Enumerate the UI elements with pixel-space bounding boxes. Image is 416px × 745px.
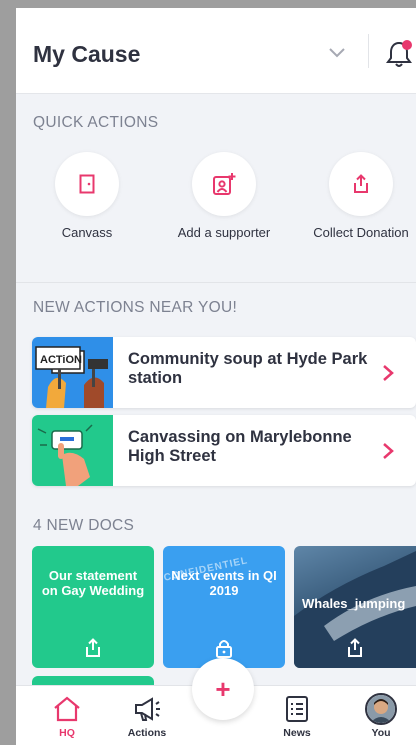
doc-card-whales[interactable]: Whales_jumping: [294, 546, 416, 668]
avatar: [365, 693, 397, 725]
header-divider: [368, 34, 369, 68]
new-actions-label: NEW ACTIONS NEAR YOU!: [33, 299, 238, 316]
header: My Cause: [16, 8, 416, 94]
doc-title: Our statement on Gay Wedding: [41, 568, 145, 598]
add-supporter-icon: [213, 173, 236, 195]
add-fab-button[interactable]: +: [192, 658, 254, 720]
action-title: Community soup at Hyde Park station: [128, 350, 368, 387]
tab-label: You: [371, 727, 391, 739]
chevron-right-icon: [383, 365, 394, 381]
doc-card-events[interactable]: CONFIDENTIEL Next events in QI 2019: [163, 546, 285, 668]
canvass-label: Canvass: [61, 225, 113, 240]
add-supporter-label: Add a supporter: [177, 225, 271, 240]
action-card-canvassing[interactable]: Canvassing on Marylebonne High Street: [32, 415, 416, 486]
megaphone-icon: [135, 697, 160, 721]
tab-actions[interactable]: Actions: [112, 686, 182, 745]
docs-label: 4 NEW DOCS: [33, 517, 135, 534]
quick-actions-label: QUICK ACTIONS: [33, 114, 159, 131]
home-icon: [54, 696, 80, 722]
collect-donation-label: Collect Donation: [313, 225, 409, 240]
action-thumb-doorbell: [32, 415, 113, 486]
tab-label: HQ: [59, 727, 75, 739]
doc-title: Whales_jumping: [302, 596, 406, 611]
section-divider: [16, 282, 416, 283]
chevron-right-icon: [383, 443, 394, 459]
share-icon: [354, 174, 368, 193]
chevron-down-icon[interactable]: [329, 48, 345, 58]
canvass-button[interactable]: [55, 152, 119, 216]
notification-dot: [402, 40, 412, 50]
tab-label: News: [283, 727, 311, 739]
doc-title: Next events in QI 2019: [171, 568, 277, 598]
doc-card-statement[interactable]: Our statement on Gay Wedding: [32, 546, 154, 668]
tab-news[interactable]: News: [262, 686, 332, 745]
door-icon: [79, 174, 95, 194]
collect-donation-button[interactable]: [329, 152, 393, 216]
action-thumb-protest: ACTiON: [32, 337, 113, 408]
plus-icon: +: [215, 674, 231, 704]
add-supporter-button[interactable]: [192, 152, 256, 216]
tab-label: Actions: [127, 727, 167, 739]
action-title: Canvassing on Marylebonne High Street: [128, 428, 352, 465]
share-icon[interactable]: [84, 638, 102, 658]
app-frame: My Cause QUICK ACTIONS Canvass Add a sup…: [16, 8, 416, 745]
page-title: My Cause: [33, 41, 141, 67]
share-icon[interactable]: [346, 638, 364, 658]
news-icon: [286, 696, 308, 722]
action-card-soup[interactable]: ACTiON Community soup at Hyde Park stati…: [32, 337, 416, 408]
tab-you[interactable]: You: [346, 686, 416, 745]
tab-hq[interactable]: HQ: [32, 686, 102, 745]
lock-icon: [216, 640, 232, 658]
thumb-sign-text: ACTiON: [40, 354, 82, 366]
